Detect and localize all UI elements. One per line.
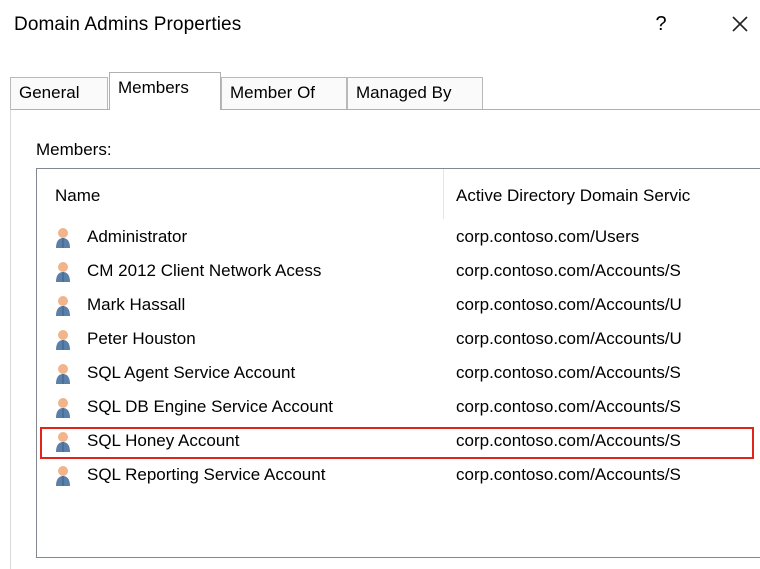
tab-member-of[interactable]: Member Of [221, 77, 347, 109]
column-divider[interactable] [443, 169, 444, 219]
member-row[interactable]: SQL DB Engine Service Account corp.contos… [37, 391, 760, 425]
tab-general[interactable]: General [10, 77, 108, 109]
member-folder: corp.contoso.com/Accounts/S [456, 465, 681, 484]
member-folder: corp.contoso.com/Accounts/S [456, 261, 681, 280]
member-row[interactable]: Administrator corp.contoso.com/Users [37, 221, 760, 255]
member-name: SQL DB Engine Service Account [87, 397, 334, 416]
user-icon [56, 398, 70, 418]
user-icon [56, 364, 70, 384]
user-icon [56, 262, 70, 282]
members-label: Members: [36, 140, 112, 159]
user-icon [56, 330, 70, 350]
list-header: Name Active Directory Domain Servic [37, 169, 760, 219]
title-bar: Domain Admins Properties ? [0, 0, 760, 52]
member-row[interactable]: CM 2012 Client Network Acess corp.contoso… [37, 255, 760, 289]
close-button[interactable] [726, 10, 754, 38]
member-folder: corp.contoso.com/Accounts/S [456, 363, 681, 382]
user-icon [56, 432, 70, 452]
member-name: Administrator [87, 227, 188, 246]
member-row[interactable]: Peter Houston corp.contoso.com/Accounts/U [37, 323, 760, 357]
help-button[interactable]: ? [648, 10, 674, 38]
user-icon [56, 296, 70, 316]
tab-managed-by[interactable]: Managed By [347, 77, 483, 109]
member-row[interactable]: SQL Reporting Service Account corp.contos… [37, 459, 760, 493]
window-title: Domain Admins Properties [14, 14, 242, 35]
member-row[interactable]: Mark Hassall corp.contoso.com/Accounts/U [37, 289, 760, 323]
member-folder: corp.contoso.com/Accounts/U [456, 329, 682, 348]
member-name: CM 2012 Client Network Acess [87, 261, 322, 280]
member-name: SQL Honey Account [87, 431, 240, 450]
column-header-folder[interactable]: Active Directory Domain Servic [456, 186, 690, 206]
member-row[interactable]: SQL Honey Account corp.contoso.com/Accoun… [37, 425, 760, 459]
member-name: Peter Houston [87, 329, 196, 348]
member-name: SQL Reporting Service Account [87, 465, 326, 484]
tab-members[interactable]: Members [109, 72, 221, 110]
member-folder: corp.contoso.com/Accounts/S [456, 397, 681, 416]
member-row[interactable]: SQL Agent Service Account corp.contoso.co… [37, 357, 760, 391]
member-folder: corp.contoso.com/Accounts/U [456, 295, 682, 314]
member-name: Mark Hassall [87, 295, 186, 314]
member-folder: corp.contoso.com/Users [456, 227, 640, 246]
user-icon [56, 466, 70, 486]
column-header-name[interactable]: Name [55, 186, 100, 206]
members-list[interactable]: Name Active Directory Domain Servic Admi… [36, 168, 760, 558]
close-icon [732, 16, 748, 32]
member-folder: corp.contoso.com/Accounts/S [456, 431, 681, 450]
user-icon [56, 228, 70, 248]
tab-strip: General Members Member Of Managed By [10, 72, 750, 110]
member-name: SQL Agent Service Account [87, 363, 296, 382]
